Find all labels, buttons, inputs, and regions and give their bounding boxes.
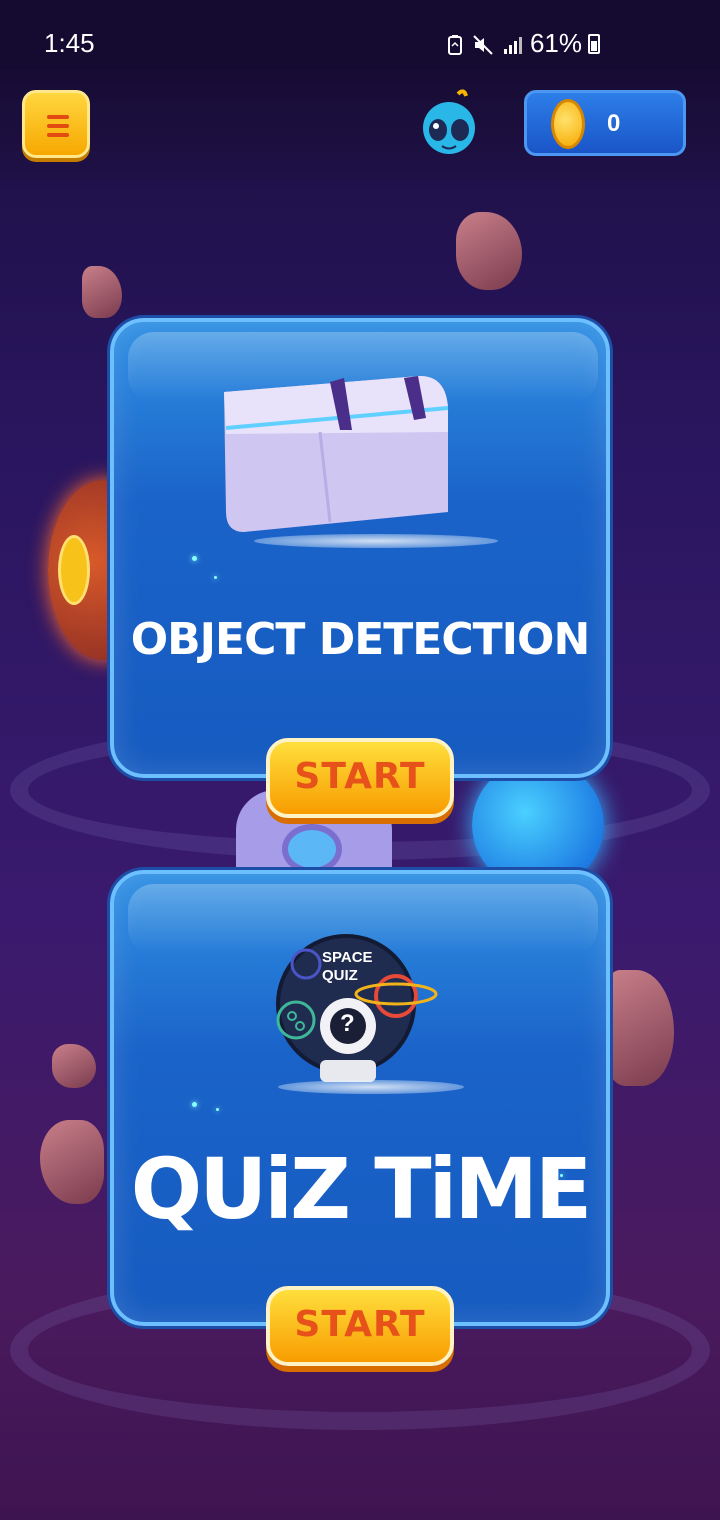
battery-icon (588, 34, 600, 54)
menu-icon-line (47, 124, 69, 128)
sparkle (214, 576, 217, 579)
mute-icon (473, 35, 493, 55)
sparkle (192, 556, 197, 561)
menu-button[interactable] (22, 90, 90, 158)
coin-count: 0 (607, 110, 621, 137)
asteroid (456, 212, 522, 290)
status-time: 1:45 (44, 28, 95, 58)
top-bar: 0 (0, 70, 720, 180)
menu-icon (47, 115, 69, 119)
menu-icon-line (47, 133, 69, 137)
card-title: QUiZ TiME (130, 1140, 593, 1238)
battery-percent: 61% (529, 28, 582, 58)
asteroid (52, 1044, 96, 1088)
spaceship-dome (282, 824, 342, 874)
signal-icon (504, 37, 522, 54)
asteroid (40, 1120, 104, 1204)
treasure-chest-icon (224, 376, 449, 532)
card-title: OBJECT DETECTION (130, 614, 591, 665)
coin-icon (551, 99, 585, 149)
battery-saver-icon (448, 35, 462, 55)
sparkle (216, 1108, 219, 1111)
shadow (254, 534, 498, 548)
quiz-badge-label-line1: SPACE (322, 949, 373, 966)
asteroid (82, 266, 122, 318)
shadow (278, 1080, 464, 1094)
quiz-badge-label-line2: QUIZ (322, 967, 358, 984)
asteroid (604, 970, 674, 1086)
question-mark-icon: ? (340, 1010, 355, 1037)
planet-window (58, 535, 90, 605)
coin-counter[interactable]: 0 (524, 90, 686, 156)
alien-avatar-icon[interactable] (420, 88, 478, 158)
quiz-time-start-button[interactable]: START (266, 1286, 454, 1366)
object-detection-start-button[interactable]: START (266, 738, 454, 818)
sparkle (192, 1102, 197, 1107)
